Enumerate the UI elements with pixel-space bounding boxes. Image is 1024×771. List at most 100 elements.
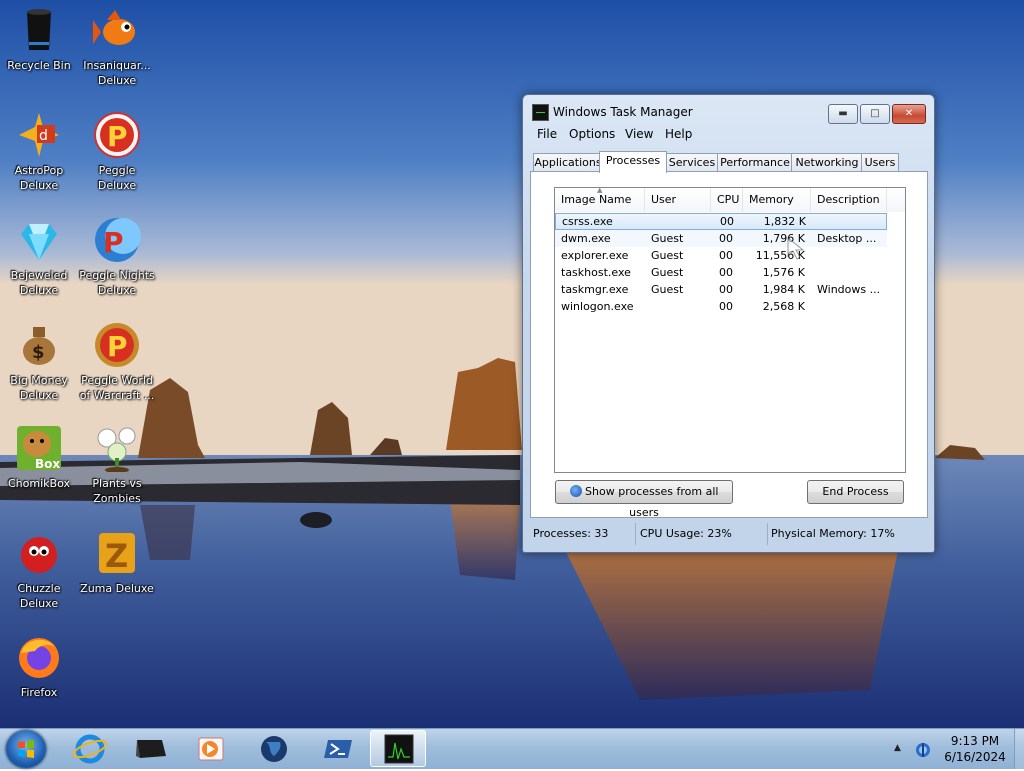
status-processes: Processes: 33 — [530, 523, 636, 545]
minimize-button[interactable]: ▬ — [828, 104, 858, 124]
desktop-icon-firefox[interactable]: Firefox — [0, 627, 78, 727]
menu-bar: File Options View Help — [529, 125, 927, 145]
maximize-button[interactable]: □ — [860, 104, 890, 124]
desktop-icon-label: Zuma Deluxe — [80, 582, 154, 595]
cell-description: Desktop ... — [817, 232, 877, 245]
desktop-icon-label: Chuzzle Deluxe — [17, 582, 61, 610]
svg-text:Z: Z — [105, 537, 128, 575]
desktop-icon-chomikbox[interactable]: Box ChomikBox — [0, 418, 78, 518]
peggle-icon: P — [93, 111, 141, 159]
status-physical-memory: Physical Memory: 17% — [771, 527, 895, 540]
taskbar-internet-explorer[interactable] — [62, 730, 118, 767]
desktop-icon-peggle-nights[interactable]: P Peggle Nights Deluxe — [78, 210, 156, 310]
taskbar-powershell[interactable] — [310, 730, 366, 767]
desktop-icon-astropop[interactable]: d AstroPop Deluxe — [0, 105, 78, 205]
cell-user-name: Guest — [651, 249, 684, 262]
start-button[interactable] — [6, 730, 46, 768]
table-row[interactable]: taskhost.exe Guest 00 1,576 K — [555, 264, 887, 281]
desktop-icon-label: Bejeweled Deluxe — [10, 269, 68, 297]
column-header-description[interactable]: Description — [811, 188, 887, 212]
table-row[interactable]: winlogon.exe 00 2,568 K — [555, 298, 887, 315]
desktop-icon-zuma[interactable]: Z Zuma Deluxe — [78, 523, 156, 623]
bejeweled-icon — [15, 216, 63, 264]
cell-memory: 2,568 K — [762, 300, 805, 313]
svg-text:Box: Box — [35, 457, 60, 471]
task-manager-window[interactable]: Windows Task Manager ▬ □ ✕ File Options … — [522, 94, 935, 553]
clock-date: 6/16/2024 — [944, 750, 1006, 764]
taskbar-task-manager-running[interactable] — [370, 730, 426, 767]
taskbar-media-player[interactable] — [182, 730, 238, 767]
show-all-processes-label: Show processes from all users — [585, 485, 719, 519]
money-bag-icon: $ — [15, 321, 63, 369]
status-cpu-usage: CPU Usage: 23% — [637, 523, 768, 545]
menu-help[interactable]: Help — [665, 127, 692, 141]
peggle-wow-icon: P — [93, 321, 141, 369]
tab-applications[interactable]: Applications — [533, 153, 603, 171]
chomikbox-icon: Box — [15, 424, 63, 472]
title-bar[interactable]: Windows Task Manager ▬ □ ✕ — [523, 95, 934, 125]
desktop-icon-bejeweled[interactable]: Bejeweled Deluxe — [0, 210, 78, 310]
system-clock[interactable]: 9:13 PM 6/16/2024 — [940, 733, 1010, 765]
tab-users[interactable]: Users — [861, 153, 899, 171]
show-all-processes-button[interactable]: Show processes from all users — [555, 480, 733, 519]
maximize-icon: □ — [870, 108, 880, 119]
fish-icon — [93, 6, 141, 54]
astropop-icon: d — [15, 111, 63, 159]
desktop-icon-chuzzle[interactable]: Chuzzle Deluxe — [0, 523, 78, 623]
desktop-icon-label: AstroPop Deluxe — [14, 164, 64, 192]
svg-text:d: d — [39, 128, 48, 144]
cell-memory: 1,984 K — [762, 283, 805, 296]
column-header-filler — [887, 188, 905, 212]
powershell-icon — [324, 740, 352, 758]
tab-processes[interactable]: Processes — [599, 151, 667, 173]
zuma-icon: Z — [93, 529, 141, 577]
menu-file[interactable]: File — [537, 127, 557, 141]
desktop-icon-peggle[interactable]: P Peggle Deluxe — [78, 105, 156, 205]
close-icon: ✕ — [904, 108, 914, 119]
tab-services[interactable]: Services — [665, 153, 719, 171]
globe-icon — [261, 736, 287, 762]
cell-memory: 1,832 K — [763, 215, 806, 228]
chuzzle-icon — [15, 529, 63, 577]
uac-shield-icon — [569, 485, 582, 497]
tab-performance[interactable]: Performance — [717, 153, 793, 171]
end-process-button[interactable]: End Process — [807, 480, 904, 504]
table-row[interactable]: csrss.exe 00 1,832 K — [555, 213, 887, 230]
network-icon[interactable] — [914, 741, 932, 759]
processes-panel: Image Name User Name CPU Memory (... Des… — [530, 171, 928, 519]
peggle-nights-icon: P — [93, 216, 141, 264]
table-row[interactable]: explorer.exe Guest 00 11,556 K — [555, 247, 887, 264]
column-header-cpu[interactable]: CPU — [711, 188, 743, 212]
desktop-icon-recycle-bin[interactable]: Recycle Bin — [0, 0, 78, 100]
taskbar: ▲ 9:13 PM 6/16/2024 — [0, 728, 1024, 769]
desktop-icon-label: Plants vs Zombies — [92, 477, 142, 505]
cell-image-name: dwm.exe — [561, 232, 611, 245]
desktop-icon-label: ChomikBox — [8, 477, 70, 490]
table-row[interactable]: taskmgr.exe Guest 00 1,984 K Windows ... — [555, 281, 887, 298]
column-header-memory[interactable]: Memory (... — [743, 188, 811, 230]
close-button[interactable]: ✕ — [892, 104, 926, 124]
desktop-icon-label: Peggle Nights Deluxe — [79, 269, 155, 297]
table-row[interactable]: dwm.exe Guest 00 1,796 K Desktop ... — [555, 230, 887, 247]
desktop-icon-peggle-wow[interactable]: P Peggle World of Warcraft ... — [78, 315, 156, 415]
windows-logo-icon — [18, 740, 34, 758]
cell-image-name: taskhost.exe — [561, 266, 631, 279]
plants-vs-zombies-icon — [93, 424, 141, 473]
menu-options[interactable]: Options — [569, 127, 615, 141]
cell-user-name: Guest — [651, 232, 684, 245]
desktop-icon-insaniquarium[interactable]: Insaniquar... Deluxe — [78, 0, 156, 100]
column-header-user-name[interactable]: User Name — [645, 188, 711, 230]
svg-text:P: P — [107, 330, 128, 363]
desktop-icon-label: Insaniquar... Deluxe — [83, 59, 151, 87]
show-hidden-icons-button[interactable]: ▲ — [894, 743, 901, 753]
process-list[interactable]: Image Name User Name CPU Memory (... Des… — [554, 187, 906, 473]
taskbar-globe[interactable] — [246, 730, 302, 767]
show-desktop-button[interactable] — [1014, 729, 1024, 769]
media-player-icon — [198, 737, 224, 761]
taskbar-task-manager[interactable] — [122, 730, 178, 767]
desktop-icon-plants-vs-zombies[interactable]: Plants vs Zombies — [78, 418, 156, 518]
desktop-icon-big-money[interactable]: $ Big Money Deluxe — [0, 315, 78, 415]
tab-networking[interactable]: Networking — [791, 153, 863, 171]
task-manager-active-icon — [384, 734, 414, 764]
menu-view[interactable]: View — [625, 127, 653, 141]
